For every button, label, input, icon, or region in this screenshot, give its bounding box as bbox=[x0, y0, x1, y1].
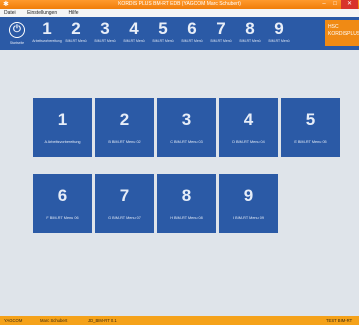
tile-label: C BIM-RT Menu 03 bbox=[170, 140, 203, 144]
nav-item-label: BIM-RT Menü bbox=[94, 39, 116, 43]
quick-nav-bar: ⏻ Startseite 1 Arbeitsvorbereitung 2 BIM… bbox=[0, 17, 359, 50]
tile-1[interactable]: 1 A Arbeitsvorbereitung bbox=[33, 98, 92, 157]
tile-number: 8 bbox=[181, 186, 192, 205]
maximize-button[interactable]: □ bbox=[330, 0, 340, 9]
nav-home-label: Startseite bbox=[9, 41, 25, 45]
nav-item-4[interactable]: 4 BIM-RT Menü bbox=[119, 19, 149, 47]
nav-item-label: BIM-RT Menü bbox=[152, 39, 174, 43]
nav-item-number: 6 bbox=[187, 19, 197, 38]
tile-label: H BIM-RT Menu 08 bbox=[170, 216, 203, 220]
tile-5[interactable]: 5 E BIM-RT Menu 05 bbox=[281, 98, 340, 157]
tile-number: 2 bbox=[119, 110, 130, 129]
status-company: YAGCOM bbox=[4, 318, 23, 323]
nav-item-6[interactable]: 6 BIM-RT Menü bbox=[177, 19, 207, 47]
tile-number: 1 bbox=[57, 110, 68, 129]
menu-datei[interactable]: Datei bbox=[4, 10, 16, 16]
tile-label: E BIM-RT Menu 05 bbox=[294, 140, 327, 144]
nav-item-number: 1 bbox=[42, 19, 52, 38]
minimize-button[interactable]: – bbox=[319, 0, 329, 9]
nav-item-number: 5 bbox=[158, 19, 168, 38]
nav-item-5[interactable]: 5 BIM-RT Menü bbox=[148, 19, 178, 47]
tile-2[interactable]: 2 B BIM-RT Menu 02 bbox=[95, 98, 154, 157]
close-button[interactable]: ✕ bbox=[341, 0, 358, 9]
nav-item-8[interactable]: 8 BIM-RT Menü bbox=[235, 19, 265, 47]
brand-logo: HSC KORDISPLUS bbox=[325, 20, 359, 46]
tile-6[interactable]: 6 F BIM-RT Menu 06 bbox=[33, 174, 92, 233]
nav-item-label: BIM-RT Menü bbox=[65, 39, 87, 43]
tile-number: 3 bbox=[181, 110, 192, 129]
tile-3[interactable]: 3 C BIM-RT Menu 03 bbox=[157, 98, 216, 157]
tile-label: A Arbeitsvorbereitung bbox=[44, 140, 81, 144]
tile-7[interactable]: 7 G BIM-RT Menu 07 bbox=[95, 174, 154, 233]
nav-item-7[interactable]: 7 BIM-RT Menü bbox=[206, 19, 236, 47]
nav-item-label: BIM-RT Menü bbox=[123, 39, 145, 43]
nav-item-label: BIM-RT Menü bbox=[268, 39, 290, 43]
status-database: JD_BIM-RT 0.1 bbox=[88, 318, 117, 323]
nav-item-number: 9 bbox=[274, 19, 284, 38]
menu-bar: Datei Einstellungen Hilfe bbox=[0, 9, 359, 17]
status-user: Marc Schubert bbox=[40, 318, 68, 323]
tile-9[interactable]: 9 I BIM-RT Menu 09 bbox=[219, 174, 278, 233]
nav-item-number: 4 bbox=[129, 19, 139, 38]
tile-number: 9 bbox=[243, 186, 254, 205]
status-environment: TEST BIM-RT bbox=[326, 318, 353, 323]
power-icon: ⏻ bbox=[9, 22, 25, 38]
nav-item-number: 8 bbox=[245, 19, 255, 38]
nav-item-label: BIM-RT Menü bbox=[239, 39, 261, 43]
nav-item-label: BIM-RT Menü bbox=[210, 39, 232, 43]
nav-home[interactable]: ⏻ Startseite bbox=[2, 19, 32, 47]
nav-item-3[interactable]: 3 BIM-RT Menü bbox=[90, 19, 120, 47]
menu-hilfe[interactable]: Hilfe bbox=[69, 10, 79, 16]
tile-number: 6 bbox=[57, 186, 68, 205]
menu-einstellungen[interactable]: Einstellungen bbox=[27, 10, 57, 16]
logo-line-2: KORDISPLUS bbox=[328, 31, 359, 37]
tile-4[interactable]: 4 D BIM-RT Menu 04 bbox=[219, 98, 278, 157]
window-title: KORDIS PLUS BM-RT EDB (YAGCOM Marc Schub… bbox=[118, 1, 241, 7]
tile-label: B BIM-RT Menu 02 bbox=[108, 140, 141, 144]
tile-label: G BIM-RT Menu 07 bbox=[108, 216, 141, 220]
nav-item-1[interactable]: 1 Arbeitsvorbereitung bbox=[32, 19, 62, 47]
tile-label: I BIM-RT Menu 09 bbox=[233, 216, 264, 220]
tile-number: 7 bbox=[119, 186, 130, 205]
tile-label: D BIM-RT Menu 04 bbox=[232, 140, 265, 144]
nav-item-number: 7 bbox=[216, 19, 226, 38]
title-bar: ✱ KORDIS PLUS BM-RT EDB (YAGCOM Marc Sch… bbox=[0, 0, 359, 9]
nav-item-label: Arbeitsvorbereitung bbox=[32, 39, 62, 43]
tile-number: 4 bbox=[243, 110, 254, 129]
tile-number: 5 bbox=[305, 110, 316, 129]
nav-item-number: 2 bbox=[71, 19, 81, 38]
logo-line-1: HSC bbox=[328, 24, 339, 30]
nav-item-number: 3 bbox=[100, 19, 110, 38]
tile-label: F BIM-RT Menu 06 bbox=[46, 216, 79, 220]
tile-8[interactable]: 8 H BIM-RT Menu 08 bbox=[157, 174, 216, 233]
nav-item-9[interactable]: 9 BIM-RT Menü bbox=[264, 19, 294, 47]
nav-item-2[interactable]: 2 BIM-RT Menü bbox=[61, 19, 91, 47]
status-bar: YAGCOM Marc Schubert JD_BIM-RT 0.1 TEST … bbox=[0, 316, 359, 325]
nav-item-label: BIM-RT Menü bbox=[181, 39, 203, 43]
